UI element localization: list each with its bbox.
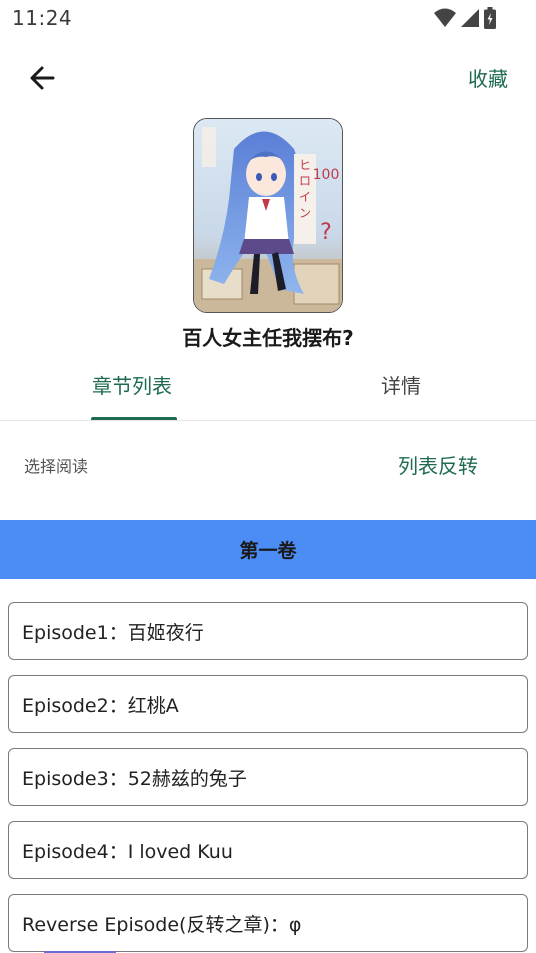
chapter-item[interactable]: Episode1：百姬夜行 bbox=[8, 602, 528, 660]
screen: 11:24 收藏 ヒ ロ イ ン 100 ? 百人女主任我摆布? 章节列表 详情… bbox=[0, 0, 536, 953]
chapter-item[interactable]: Episode3：52赫兹的兔子 bbox=[8, 748, 528, 806]
svg-text:ン: ン bbox=[299, 206, 311, 220]
status-time: 11:24 bbox=[12, 6, 73, 30]
battery-icon bbox=[484, 7, 496, 29]
status-bar: 11:24 bbox=[0, 0, 536, 36]
chapter-label: Episode2：红桃A bbox=[22, 694, 179, 717]
signal-icon bbox=[461, 9, 479, 27]
svg-text:ヒ: ヒ bbox=[299, 158, 311, 172]
svg-text:100: 100 bbox=[313, 167, 340, 183]
chapter-label: Episode4：I loved Kuu bbox=[22, 840, 233, 863]
chapter-item[interactable]: Reverse Episode(反转之章)：φ bbox=[8, 894, 528, 952]
chapter-label: Episode1：百姬夜行 bbox=[22, 621, 204, 644]
tab-divider bbox=[0, 420, 536, 421]
wifi-icon bbox=[434, 8, 456, 27]
chapter-label: Reverse Episode(反转之章)：φ bbox=[22, 913, 302, 936]
status-icons bbox=[434, 7, 496, 29]
svg-text:ロ: ロ bbox=[299, 174, 311, 188]
svg-text:イ: イ bbox=[299, 190, 311, 204]
chapter-label: Episode3：52赫兹的兔子 bbox=[22, 767, 247, 790]
tab-details[interactable]: 详情 bbox=[381, 370, 421, 399]
chapter-item[interactable]: Episode4：I loved Kuu bbox=[8, 821, 528, 879]
back-button[interactable] bbox=[22, 58, 62, 98]
favorite-button[interactable]: 收藏 bbox=[468, 63, 508, 92]
chapter-list: Episode1：百姬夜行 Episode2：红桃A Episode3：52赫兹… bbox=[8, 602, 528, 953]
reverse-list-button[interactable]: 列表反转 bbox=[398, 450, 478, 479]
cover-illustration: ヒ ロ イ ン 100 ? bbox=[194, 119, 342, 312]
volume-title: 第一卷 bbox=[239, 540, 297, 562]
tab-chapter-list[interactable]: 章节列表 bbox=[92, 370, 172, 399]
select-reading-label[interactable]: 选择阅读 bbox=[24, 453, 88, 477]
book-title: 百人女主任我摆布? bbox=[182, 326, 354, 350]
svg-text:?: ? bbox=[320, 220, 332, 245]
book-cover: ヒ ロ イ ン 100 ? bbox=[193, 118, 343, 313]
volume-header[interactable]: 第一卷 bbox=[0, 520, 536, 579]
chapter-item[interactable]: Episode2：红桃A bbox=[8, 675, 528, 733]
arrow-left-icon bbox=[30, 66, 55, 90]
